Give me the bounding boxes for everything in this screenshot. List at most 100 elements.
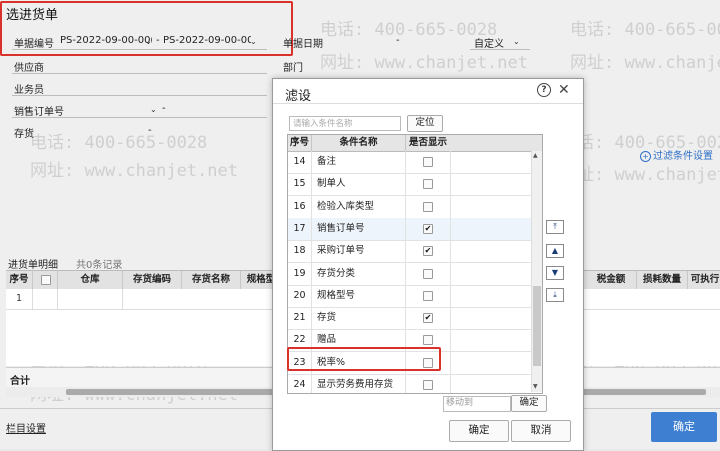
show-checkbox[interactable]: [423, 201, 433, 212]
col-tax-amount: 税金额: [586, 271, 637, 289]
table-row[interactable]: 18 采购订单号 ✔: [288, 240, 542, 264]
show-checkbox[interactable]: [423, 335, 433, 346]
condition-search-input[interactable]: 请输入条件名称: [289, 116, 401, 131]
row-seq: 24: [288, 374, 312, 393]
move-confirm-button[interactable]: 确定: [511, 395, 547, 412]
move-bottom-button[interactable]: ⤓: [546, 288, 564, 302]
table-row[interactable]: 20 规格型号: [288, 284, 542, 308]
show-checkbox[interactable]: [423, 157, 433, 167]
table-row[interactable]: 19 存货分类: [288, 262, 542, 286]
scroll-down-icon[interactable]: ▼: [533, 383, 538, 390]
show-checkbox[interactable]: ✔: [423, 313, 433, 324]
row-condition-name: 销售订单号: [312, 217, 406, 240]
col-loss-qty: 损耗数量: [637, 271, 688, 289]
row-seq: 14: [288, 151, 312, 173]
move-top-button[interactable]: ⤒: [546, 220, 564, 234]
row-condition-name: 制单人: [312, 173, 406, 196]
filter-settings-link[interactable]: + 过滤条件设置: [640, 147, 713, 162]
doc-no-to-input[interactable]: PS-2022-09-00-00(: [163, 35, 251, 46]
doc-no-label: 单据编号: [14, 39, 54, 50]
col-seq: 序号: [288, 135, 312, 151]
chevron-down-icon[interactable]: ⌄: [250, 37, 257, 46]
watermark-site: 网址: www.chanjet.net: [30, 161, 238, 181]
supplier-input[interactable]: [12, 73, 267, 74]
condition-table-header: 序号 条件名称 是否显示: [288, 135, 542, 152]
show-checkbox[interactable]: [423, 290, 433, 301]
row-condition-name: 存货: [312, 307, 406, 330]
confirm-button[interactable]: 确定: [651, 412, 717, 442]
row-condition-name: 备注: [312, 151, 406, 173]
col-seq: 序号: [6, 271, 33, 289]
watermark-site: 网址: www.chanjet.net: [560, 165, 720, 185]
show-checkbox[interactable]: [423, 268, 433, 279]
close-icon[interactable]: ✕: [558, 82, 570, 98]
column-settings-link[interactable]: 栏目设置: [6, 420, 46, 435]
table-row[interactable]: 15 制单人: [288, 173, 542, 197]
row-seq: 19: [288, 262, 312, 285]
salesman-label: 业务员: [14, 85, 44, 96]
custom-select[interactable]: 自定义: [474, 35, 504, 50]
col-warehouse: 仓库: [58, 271, 123, 289]
row-seq: 17: [288, 217, 312, 240]
supplier-label: 供应商: [14, 63, 44, 74]
col-select-all[interactable]: [33, 271, 58, 289]
col-stock-name: 存货名称: [182, 271, 241, 289]
table-row[interactable]: 24 显示劳务费用存货: [288, 374, 542, 393]
show-checkbox[interactable]: ✔: [423, 246, 433, 257]
sales-order-input[interactable]: [12, 117, 267, 118]
move-to-input[interactable]: 移动到: [443, 396, 511, 412]
ok-button[interactable]: 确定: [449, 420, 509, 442]
record-count: 共0条记录: [76, 260, 123, 271]
salesman-input[interactable]: [12, 95, 267, 96]
cancel-button[interactable]: 取消: [511, 420, 571, 442]
col-stock-code: 存货编码: [123, 271, 182, 289]
table-row[interactable]: 17 销售订单号 ✔: [288, 217, 542, 241]
doc-date-label: 单据日期: [283, 39, 323, 50]
total-label: 合计: [10, 376, 30, 387]
watermark-phone: 电话: 400-665-0028: [320, 20, 498, 40]
watermark-site: 网址: www.chanjet.net: [570, 53, 720, 73]
row-seq: 15: [288, 173, 312, 196]
watermark-phone: 电话: 400-665-0028: [570, 20, 720, 40]
watermark-phone: 电话: 400-665-0028: [30, 133, 208, 153]
chevron-down-icon[interactable]: ⌄: [513, 37, 520, 46]
table-row[interactable]: 21 存货 ✔: [288, 307, 542, 331]
col-condition-name: 条件名称: [312, 135, 406, 151]
row-condition-name: 存货分类: [312, 262, 406, 285]
watermark-site: 网址: www.chanjet.net: [320, 53, 528, 73]
scroll-up-icon[interactable]: ▲: [533, 152, 538, 159]
highlight-box-tax-rate: [287, 347, 441, 371]
dialog-title: 滤设: [285, 89, 312, 104]
row-seq: 21: [288, 307, 312, 330]
show-checkbox[interactable]: [423, 380, 433, 390]
chevron-down-icon[interactable]: ⌄: [150, 105, 157, 114]
help-icon[interactable]: ?: [537, 83, 551, 97]
move-down-button[interactable]: ▼: [546, 266, 564, 280]
sales-order-label: 销售订单号: [14, 107, 64, 118]
table-row[interactable]: 16 检验入库类型: [288, 195, 542, 219]
table-row[interactable]: 14 备注: [288, 151, 542, 174]
sales-order-separator: -: [162, 103, 166, 114]
stock-label: 存货: [14, 129, 34, 140]
col-show: 是否显示: [408, 137, 447, 148]
department-label: 部门: [283, 63, 303, 74]
scrollbar-thumb[interactable]: [533, 286, 541, 366]
doc-date-separator: -: [396, 35, 400, 46]
vertical-scrollbar[interactable]: ▲ ▼: [531, 151, 542, 392]
show-checkbox[interactable]: ✔: [423, 223, 433, 234]
detail-tab[interactable]: 进货单明细: [8, 256, 58, 271]
select-all-checkbox[interactable]: [41, 275, 51, 285]
plus-circle-icon: +: [640, 151, 651, 162]
row-condition-name: 采购订单号: [312, 240, 406, 263]
row-condition-name: 显示劳务费用存货: [312, 374, 406, 393]
row-condition-name: 规格型号: [312, 284, 406, 307]
row-seq: 18: [288, 240, 312, 263]
filter-dialog: 滤设 ? ✕ 请输入条件名称 定位 序号 条件名称 是否显示 14 备注 15 制单人…: [272, 78, 584, 451]
doc-no-from-input[interactable]: PS-2022-09-00-00(: [60, 35, 152, 46]
row-seq: 16: [288, 195, 312, 218]
move-up-button[interactable]: ▲: [546, 244, 564, 258]
locate-button[interactable]: 定位: [407, 115, 443, 132]
chevron-down-icon[interactable]: ⌄: [145, 37, 152, 46]
col-executable: 可执行: [690, 274, 720, 285]
show-checkbox[interactable]: [423, 179, 433, 190]
